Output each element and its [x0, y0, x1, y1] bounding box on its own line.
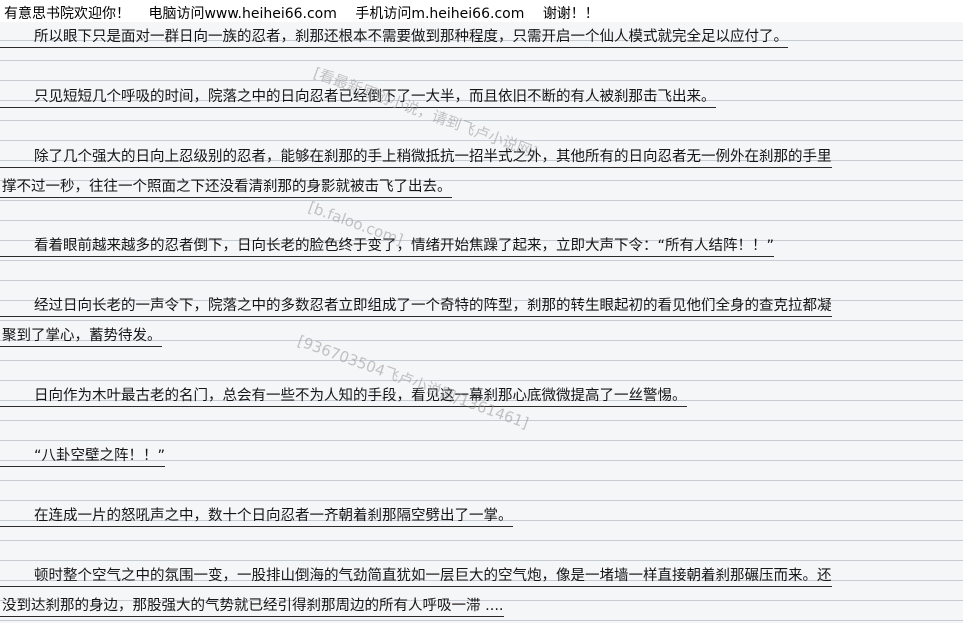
- welcome-text: 有意思书院欢迎你！: [4, 6, 130, 22]
- text-line-9: “八卦空壁之阵！！”: [0, 446, 166, 467]
- text-line-10: 在连成一片的怒吼声之中，数十个日向忍者一齐朝着刹那隔空劈出了一掌。: [0, 506, 513, 527]
- text-line-7: 聚到了掌心，蓄势待发。: [0, 326, 162, 347]
- text-page: 所以眼下只是面对一群日向一族的忍者，刹那还根本不需要做到那种程度，只需开启一个仙…: [0, 22, 963, 623]
- site-header: 有意思书院欢迎你！ 电脑访问www.heihei66.com 手机访问m.hei…: [4, 4, 613, 24]
- thanks-text: 谢谢！！: [542, 6, 599, 22]
- mobile-url-text: 手机访问m.heihei66.com: [355, 6, 525, 22]
- text-line-8: 日向作为木叶最古老的名门，总会有一些不为人知的手段，看见这一幕刹那心底微微提高了…: [0, 386, 687, 407]
- text-line-3: 除了几个强大的日向上忍级别的忍者，能够在刹那的手上稍微抵抗一招半式之外，其他所有…: [0, 147, 832, 168]
- text-line-11: 顿时整个空气之中的氛围一变，一股排山倒海的气劲简直犹如一层巨大的空气炮，像是一堵…: [0, 566, 832, 587]
- text-line-1: 所以眼下只是面对一群日向一族的忍者，刹那还根本不需要做到那种程度，只需开启一个仙…: [0, 27, 788, 48]
- text-line-12: 没到达刹那的身边，那股强大的气势就已经引得刹那周边的所有人呼吸一滞 ....: [0, 596, 504, 617]
- pc-url-text: 电脑访问www.heihei66.com: [148, 6, 337, 22]
- text-line-4: 撑不过一秒，往往一个照面之下还没看清刹那的身影就被击飞了出去。: [0, 177, 452, 198]
- text-line-6: 经过日向长老的一声令下，院落之中的多数忍者立即组成了一个奇特的阵型，刹那的转生眼…: [0, 296, 832, 317]
